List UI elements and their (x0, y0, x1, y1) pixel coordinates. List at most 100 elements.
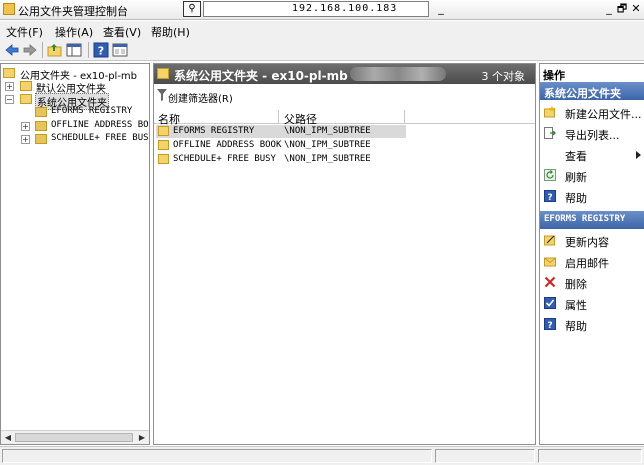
title-bar: 公用文件夹管理控制台 ⚲ 192.168.100.183 _ _ 🗗 ✕ (0, 0, 644, 20)
properties-view-icon[interactable] (112, 42, 128, 58)
action-label: 属性 (565, 299, 587, 312)
action-label: 刷新 (565, 171, 587, 184)
close-button[interactable]: ✕ (627, 2, 644, 16)
object-count: 3 个对象 (481, 70, 526, 83)
menu-help[interactable]: 帮助(H) (151, 24, 190, 40)
action-label: 查看 (565, 150, 587, 163)
app-icon (3, 3, 15, 15)
action-properties[interactable]: 属性 (540, 295, 644, 312)
tree-horizontal-scrollbar[interactable]: ◀ ▶ (1, 430, 149, 444)
tree-item-offline-address-book[interactable]: + OFFLINE ADDRESS BOO (21, 120, 149, 133)
tree-item-schedule-free-busy[interactable]: + SCHEDULE+ FREE BUSY (21, 133, 149, 146)
actions-pane: 操作 系统公用文件夹 新建公用文件... 导出列表... 查看 刷新 ? 帮助 … (539, 63, 644, 445)
folder-icon (20, 81, 32, 91)
collapse-icon[interactable]: − (5, 95, 14, 104)
help-icon[interactable]: ? (93, 42, 109, 58)
row-path: \NON_IPM_SUBTREE (284, 140, 371, 150)
expand-icon[interactable]: + (5, 82, 14, 91)
expand-icon[interactable]: + (21, 135, 30, 144)
folder-icon (20, 94, 32, 104)
svg-text:?: ? (547, 321, 552, 330)
console-tree: 公用文件夹 - ex10-pl-mb + 默认公用文件夹 − 系统公用文件夹 E… (0, 63, 150, 445)
folder-icon (35, 134, 47, 144)
action-export-list[interactable]: 导出列表... (540, 125, 644, 142)
action-help-item[interactable]: ? 帮助 (540, 316, 644, 333)
tree-item-default-folders[interactable]: + 默认公用文件夹 (5, 80, 149, 95)
folder-icon (157, 68, 169, 79)
status-cell (435, 449, 535, 463)
tree-item-root[interactable]: 公用文件夹 - ex10-pl-mb (3, 67, 149, 82)
status-cell (2, 449, 432, 463)
list-item[interactable]: OFFLINE ADDRESS BOOK \NON_IPM_SUBTREE (156, 139, 406, 152)
delete-icon (544, 276, 556, 288)
redacted-server-name (350, 67, 446, 81)
update-content-icon (544, 235, 555, 246)
action-delete[interactable]: 删除 (540, 274, 644, 291)
expand-icon[interactable]: + (21, 122, 30, 131)
filter-row[interactable]: 创建筛选器(R) (154, 85, 535, 107)
row-name: OFFLINE ADDRESS BOOK (173, 140, 282, 150)
action-group-title: 系统公用文件夹 (544, 87, 621, 100)
results-title: 系统公用文件夹 - ex10-pl-mb (174, 69, 348, 83)
svg-text:?: ? (547, 193, 552, 202)
folder-icon (158, 140, 169, 150)
remote-minimize-button[interactable]: _ (432, 2, 450, 16)
action-mail-enable[interactable]: 启用邮件 (540, 253, 644, 270)
action-label: 帮助 (565, 192, 587, 205)
action-label: 新建公用文件... (565, 108, 642, 121)
action-group-eforms-registry[interactable]: EFORMS REGISTRY (540, 211, 644, 229)
tree-item-eforms-registry[interactable]: EFORMS REGISTRY (35, 106, 149, 119)
scroll-left-icon[interactable]: ◀ (2, 432, 14, 443)
action-label: 删除 (565, 278, 587, 291)
action-refresh[interactable]: 刷新 (540, 167, 644, 184)
action-help[interactable]: ? 帮助 (540, 188, 644, 205)
properties-icon (544, 297, 556, 309)
action-label: 启用邮件 (565, 257, 609, 270)
action-group-system-folders[interactable]: 系统公用文件夹 (540, 82, 644, 100)
help-icon: ? (544, 318, 556, 330)
column-header: 名称 父路径 (154, 110, 535, 126)
action-update-content[interactable]: 更新内容 (540, 232, 644, 249)
forward-icon[interactable] (22, 42, 38, 58)
status-bar (0, 446, 644, 465)
svg-text:?: ? (98, 45, 104, 58)
remote-host-address: 192.168.100.183 (292, 3, 398, 14)
column-separator[interactable] (404, 110, 405, 124)
menu-file[interactable]: 文件(F) (6, 24, 43, 40)
row-path: \NON_IPM_SUBTREE (284, 154, 371, 164)
filter-icon (157, 89, 167, 101)
toolbar: ? (0, 39, 644, 61)
action-label: 帮助 (565, 320, 587, 333)
folder-icon (35, 107, 47, 117)
pin-icon[interactable]: ⚲ (183, 1, 201, 17)
export-list-icon (544, 127, 556, 139)
results-pane: 系统公用文件夹 - ex10-pl-mb 3 个对象 创建筛选器(R) 名称 父… (153, 63, 536, 445)
tree-item-system-folders[interactable]: − 系统公用文件夹 (5, 93, 149, 110)
menu-action[interactable]: 操作(A) (55, 24, 93, 40)
status-cell (538, 449, 642, 463)
action-label: 导出列表... (565, 129, 620, 142)
tree-label-eforms-registry: EFORMS REGISTRY (51, 106, 133, 116)
folder-icon (158, 126, 169, 136)
create-filter-button[interactable]: 创建筛选器(R) (168, 90, 233, 105)
action-new-public-folder[interactable]: 新建公用文件... (540, 104, 644, 121)
back-icon[interactable] (4, 42, 20, 58)
folder-icon (3, 68, 15, 78)
menu-view[interactable]: 查看(V) (103, 24, 141, 40)
show-hide-tree-icon[interactable] (66, 42, 82, 58)
action-view[interactable]: 查看 (540, 146, 644, 163)
scrollbar-thumb[interactable] (15, 433, 133, 442)
up-folder-icon[interactable] (47, 42, 63, 58)
list-item[interactable]: EFORMS REGISTRY \NON_IPM_SUBTREE (156, 125, 406, 138)
list-item[interactable]: SCHEDULE+ FREE BUSY \NON_IPM_SUBTREE (156, 153, 406, 166)
refresh-icon (544, 169, 556, 181)
folder-icon (158, 154, 169, 164)
tree-label-offline-address-book: OFFLINE ADDRESS BOO (51, 120, 150, 130)
action-label: 更新内容 (565, 236, 609, 249)
action-group-title: EFORMS REGISTRY (544, 214, 626, 224)
results-header: 系统公用文件夹 - ex10-pl-mb 3 个对象 (154, 64, 535, 84)
help-icon: ? (544, 190, 556, 202)
scroll-right-icon[interactable]: ▶ (136, 432, 148, 443)
toolbar-separator (88, 42, 89, 58)
column-separator[interactable] (278, 110, 279, 124)
